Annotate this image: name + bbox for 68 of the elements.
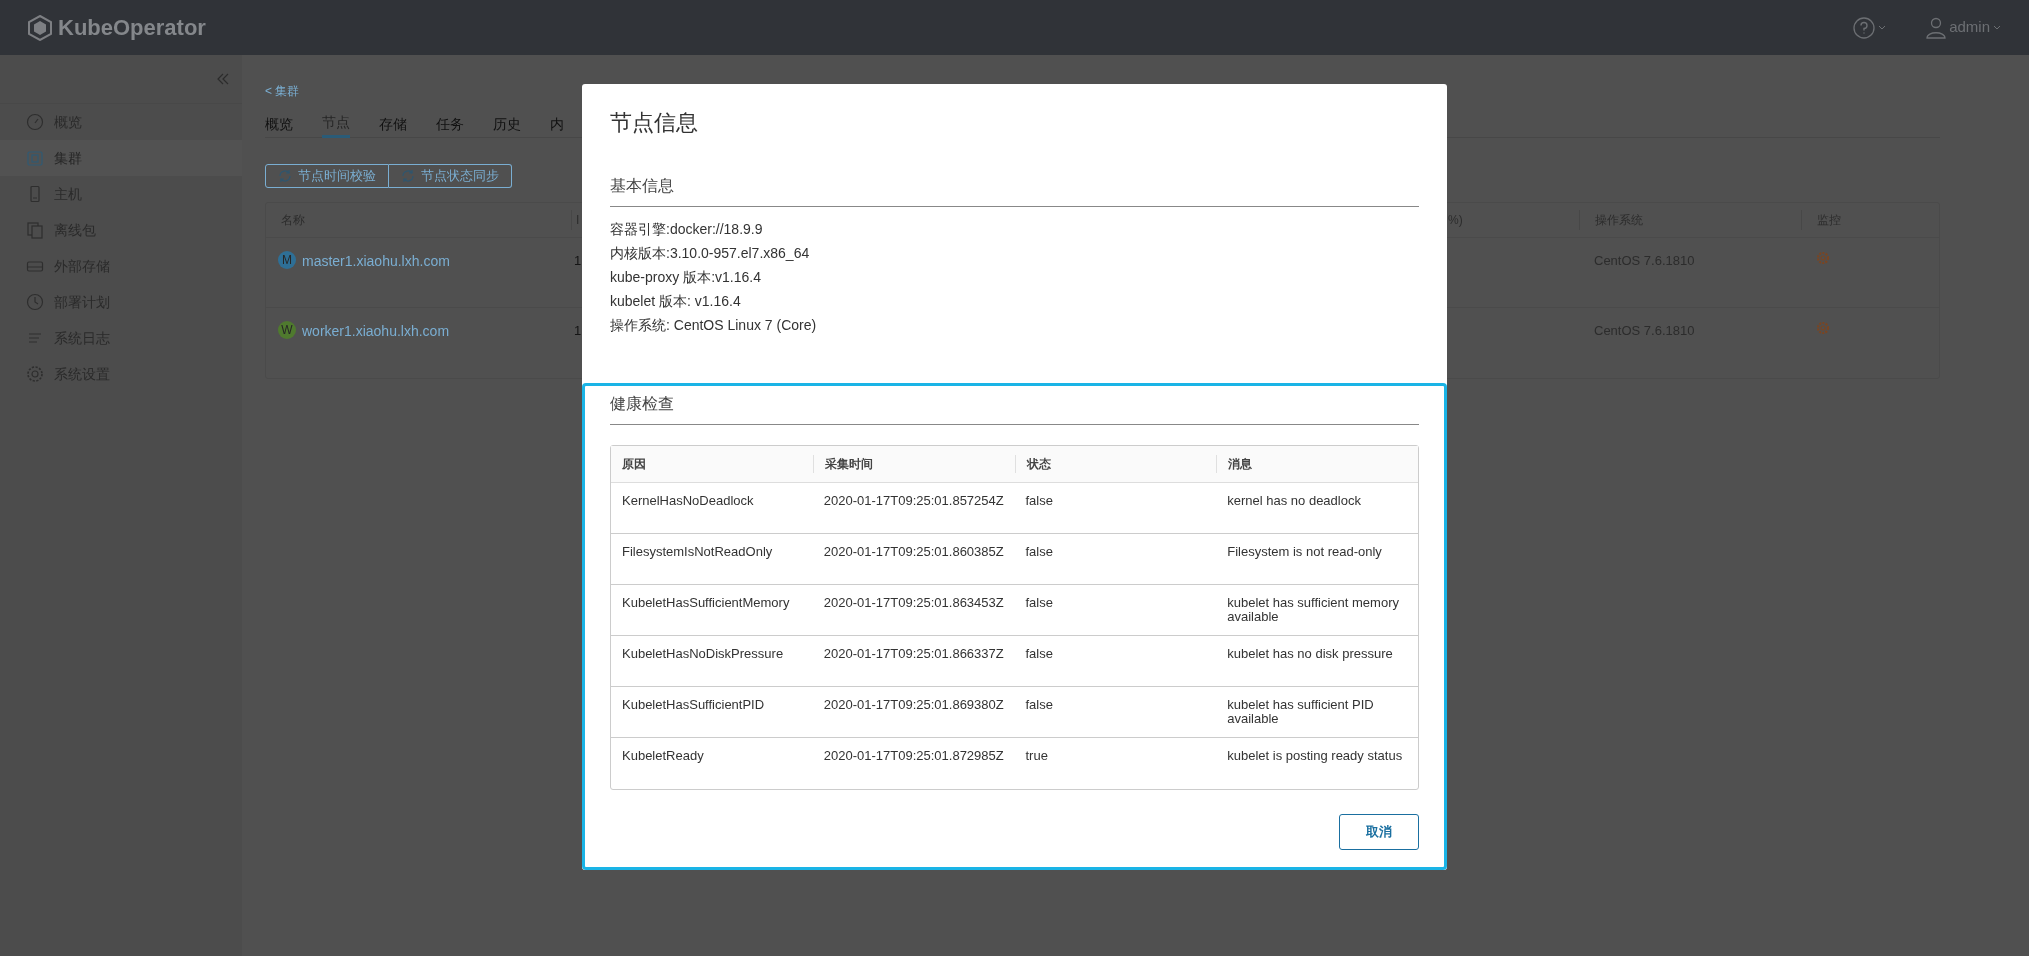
- table-cell: KernelHasNoDeadlock: [622, 493, 754, 508]
- table-cell: KubeletReady: [622, 748, 704, 763]
- tab[interactable]: 存储: [379, 110, 407, 138]
- dialog-title: 节点信息: [610, 109, 699, 137]
- tab[interactable]: 任务: [436, 110, 464, 138]
- sync-button[interactable]: 节点时间校验: [265, 164, 389, 188]
- sync-button[interactable]: 节点状态同步: [389, 164, 512, 188]
- table-cell: false: [1025, 646, 1053, 661]
- user-menu[interactable]: admin: [1926, 16, 2001, 39]
- cancel-button[interactable]: 取消: [1339, 814, 1419, 850]
- table-cell: KubeletHasSufficientMemory: [622, 595, 790, 610]
- table-cell: kubelet has sufficient PID available: [1227, 697, 1374, 726]
- tab[interactable]: 概览: [265, 110, 293, 138]
- table-cell: 2020-01-17T09:25:01.872985Z: [823, 748, 1004, 763]
- help-menu[interactable]: [1853, 16, 1887, 39]
- refresh-icon: [278, 169, 292, 183]
- table-cell: FilesystemIsNotReadOnly: [622, 544, 773, 559]
- section-heading: 基本信息: [610, 174, 1419, 207]
- tab[interactable]: 内: [550, 110, 564, 138]
- table-cell: KubeletHasSufficientPID: [622, 697, 765, 712]
- info-line: 内核版本:3.10.0-957.el7.x86_64: [610, 244, 811, 263]
- table-cell: kubelet has sufficient memory available: [1227, 595, 1399, 624]
- table-cell: 2020-01-17T09:25:01.857254Z: [823, 493, 1004, 508]
- table-cell: 2020-01-17T09:25:01.866337Z: [823, 646, 1004, 661]
- tab[interactable]: 历史: [493, 110, 521, 138]
- table-cell: false: [1025, 493, 1053, 508]
- table-cell: kernel has no deadlock: [1227, 493, 1361, 508]
- help-icon: [1853, 16, 1876, 39]
- info-line: kube-proxy 版本:v1.16.4: [610, 268, 762, 287]
- gauge-icon: [26, 113, 44, 131]
- table-cell: KubeletHasNoDiskPressure: [622, 646, 784, 661]
- column-header: 状态: [1014, 455, 1217, 473]
- refresh-icon: [401, 169, 415, 183]
- caret-icon: [1993, 24, 2001, 31]
- user-icon: [1926, 16, 1947, 39]
- table-cell: kubelet is posting ready status: [1227, 748, 1403, 763]
- app-logo-text: KubeOperator: [58, 14, 206, 42]
- column-header: 原因: [621, 456, 647, 473]
- table-cell: false: [1025, 697, 1053, 712]
- table-cell: kubelet has no disk pressure: [1227, 646, 1393, 661]
- column-header: 采集时间: [812, 455, 1015, 473]
- collapse-icon[interactable]: [216, 72, 230, 86]
- info-line: 操作系统: CentOS Linux 7 (Core): [610, 316, 818, 335]
- table-cell: true: [1025, 748, 1048, 763]
- settings-icon: [26, 365, 44, 383]
- table-cell: 2020-01-17T09:25:01.869380Z: [823, 697, 1004, 712]
- cluster-icon: [26, 149, 44, 167]
- section-heading: 健康检查: [610, 392, 1419, 425]
- node-link[interactable]: master1.xiaohu.lxh.com: [302, 251, 450, 272]
- documents-icon: [26, 221, 44, 239]
- table-cell: 1: [574, 323, 582, 338]
- hexagon-logo-icon: [28, 14, 52, 41]
- table-cell: false: [1025, 595, 1053, 610]
- node-role-badge: W: [278, 321, 296, 339]
- table-cell: false: [1025, 544, 1053, 559]
- monitor-gear-icon[interactable]: [1816, 251, 1830, 265]
- column-header: %): [1448, 212, 1464, 229]
- column-header: 消息: [1216, 455, 1418, 473]
- node-link[interactable]: worker1.xiaohu.lxh.com: [302, 321, 450, 342]
- info-line: kubelet 版本: v1.16.4: [610, 292, 742, 311]
- table-cell: 2020-01-17T09:25:01.863453Z: [823, 595, 1004, 610]
- monitor-gear-icon[interactable]: [1816, 321, 1830, 335]
- table-cell: Filesystem is not read-only: [1227, 544, 1382, 559]
- table-cell: 1: [574, 253, 582, 268]
- clock-icon: [26, 293, 44, 311]
- table-cell: 2020-01-17T09:25:01.860385Z: [823, 544, 1004, 559]
- caret-icon: [1878, 24, 1887, 31]
- node-role-badge: M: [278, 251, 296, 269]
